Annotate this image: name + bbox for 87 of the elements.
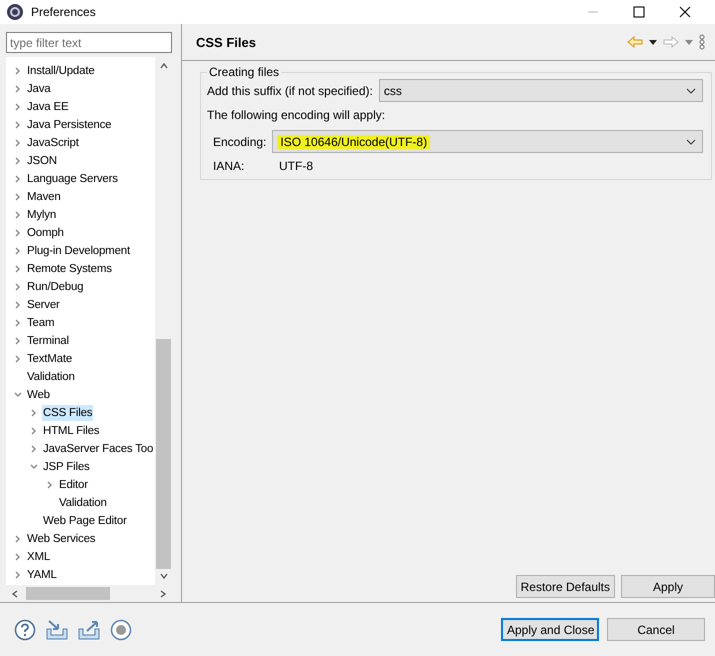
- tree-item[interactable]: JavaScript: [26, 135, 80, 151]
- expand-icon[interactable]: [14, 175, 22, 183]
- help-icon[interactable]: [14, 618, 36, 640]
- expand-icon[interactable]: [14, 85, 22, 93]
- chevron-down-icon: [686, 88, 696, 94]
- scroll-down-icon[interactable]: [158, 571, 168, 581]
- expand-icon[interactable]: [30, 445, 38, 453]
- window-title: Preferences: [31, 5, 96, 19]
- dropdown-icon[interactable]: [649, 40, 657, 44]
- import-icon[interactable]: [46, 618, 68, 640]
- tree-item[interactable]: TextMate: [26, 351, 74, 367]
- expand-icon[interactable]: [14, 301, 22, 309]
- tree-item[interactable]: YAML: [26, 567, 58, 583]
- tree-item[interactable]: Java: [26, 81, 52, 97]
- field-value: UTF-8: [279, 159, 313, 173]
- tree-item[interactable]: Editor: [58, 477, 89, 493]
- expand-icon[interactable]: [14, 157, 22, 165]
- encoding-dropdown[interactable]: ISO 10646/Unicode(UTF-8): [272, 130, 703, 153]
- tree-item[interactable]: XML: [26, 549, 52, 565]
- tree-item[interactable]: JSON: [26, 153, 58, 169]
- expand-icon[interactable]: [30, 427, 38, 435]
- tree-item[interactable]: Web: [26, 387, 51, 403]
- expand-icon[interactable]: [14, 103, 22, 111]
- group-title: Creating files: [208, 65, 280, 79]
- page-button[interactable]: Restore Defaults: [516, 575, 615, 598]
- info-text: The following encoding will apply:: [207, 108, 386, 122]
- suffix-dropdown[interactable]: css: [378, 79, 703, 102]
- more-icon[interactable]: [699, 34, 705, 50]
- tree-item[interactable]: Server: [26, 297, 61, 313]
- tree-item[interactable]: Validation: [26, 369, 76, 385]
- field-label: Add this suffix (if not specified):: [207, 84, 373, 98]
- expand-icon[interactable]: [30, 463, 38, 471]
- expand-icon[interactable]: [14, 553, 22, 561]
- tree-item[interactable]: Maven: [26, 189, 62, 205]
- scroll-left-icon[interactable]: [10, 588, 20, 598]
- expand-icon[interactable]: [14, 193, 22, 201]
- page-title: CSS Files: [196, 34, 256, 50]
- forward-arrow-icon[interactable]: [663, 36, 679, 48]
- tree-item[interactable]: Terminal: [26, 333, 70, 349]
- tree-item[interactable]: Oomph: [26, 225, 65, 241]
- expand-icon[interactable]: [14, 355, 22, 363]
- tree-item[interactable]: Web Page Editor: [42, 513, 128, 529]
- expand-icon[interactable]: [14, 571, 22, 579]
- maximize-icon[interactable]: [633, 6, 645, 18]
- tree-item[interactable]: Plug-in Development: [26, 243, 131, 259]
- expand-icon[interactable]: [14, 67, 22, 75]
- expand-icon[interactable]: [14, 391, 22, 399]
- dialog-button[interactable]: Apply and Close: [501, 618, 599, 641]
- tree-item[interactable]: JavaServer Faces Too: [42, 441, 154, 457]
- close-icon[interactable]: [679, 6, 691, 18]
- field-label: Encoding:: [213, 134, 266, 148]
- app-icon: [6, 3, 24, 21]
- expand-icon[interactable]: [14, 247, 22, 255]
- tree-item[interactable]: Mylyn: [26, 207, 58, 223]
- tree-item[interactable]: Java Persistence: [26, 117, 112, 133]
- page-button[interactable]: Apply: [621, 575, 715, 598]
- expand-icon[interactable]: [46, 481, 54, 489]
- expand-icon[interactable]: [14, 283, 22, 291]
- tree-item[interactable]: Run/Debug: [26, 279, 84, 295]
- export-icon[interactable]: [78, 618, 100, 640]
- tree-item[interactable]: Language Servers: [26, 171, 119, 187]
- expand-icon[interactable]: [14, 337, 22, 345]
- scroll-right-icon[interactable]: [158, 588, 168, 598]
- expand-icon[interactable]: [14, 211, 22, 219]
- tree-item[interactable]: CSS Files: [42, 405, 94, 421]
- filter-field[interactable]: type filter text: [6, 32, 172, 53]
- scroll-up-icon[interactable]: [158, 61, 168, 71]
- field-label: IANA:: [213, 159, 246, 173]
- back-arrow-icon[interactable]: [627, 36, 643, 48]
- chevron-down-icon: [686, 138, 696, 144]
- tree-item[interactable]: HTML Files: [42, 423, 100, 439]
- expand-icon[interactable]: [30, 409, 38, 417]
- record-icon[interactable]: [110, 618, 132, 640]
- tree-item[interactable]: JSP Files: [42, 459, 91, 475]
- expand-icon[interactable]: [14, 535, 22, 543]
- expand-icon[interactable]: [14, 139, 22, 147]
- tree-item[interactable]: Team: [26, 315, 56, 331]
- tree-item[interactable]: Validation: [58, 495, 108, 511]
- tree-item[interactable]: Install/Update: [26, 63, 96, 79]
- tree-item[interactable]: Web Services: [26, 531, 96, 547]
- dialog-button[interactable]: Cancel: [607, 618, 705, 641]
- expand-icon[interactable]: [14, 229, 22, 237]
- expand-icon[interactable]: [14, 319, 22, 327]
- tree-item[interactable]: Remote Systems: [26, 261, 113, 277]
- tree-item[interactable]: Java EE: [26, 99, 70, 115]
- expand-icon[interactable]: [14, 121, 22, 129]
- expand-icon[interactable]: [14, 265, 22, 273]
